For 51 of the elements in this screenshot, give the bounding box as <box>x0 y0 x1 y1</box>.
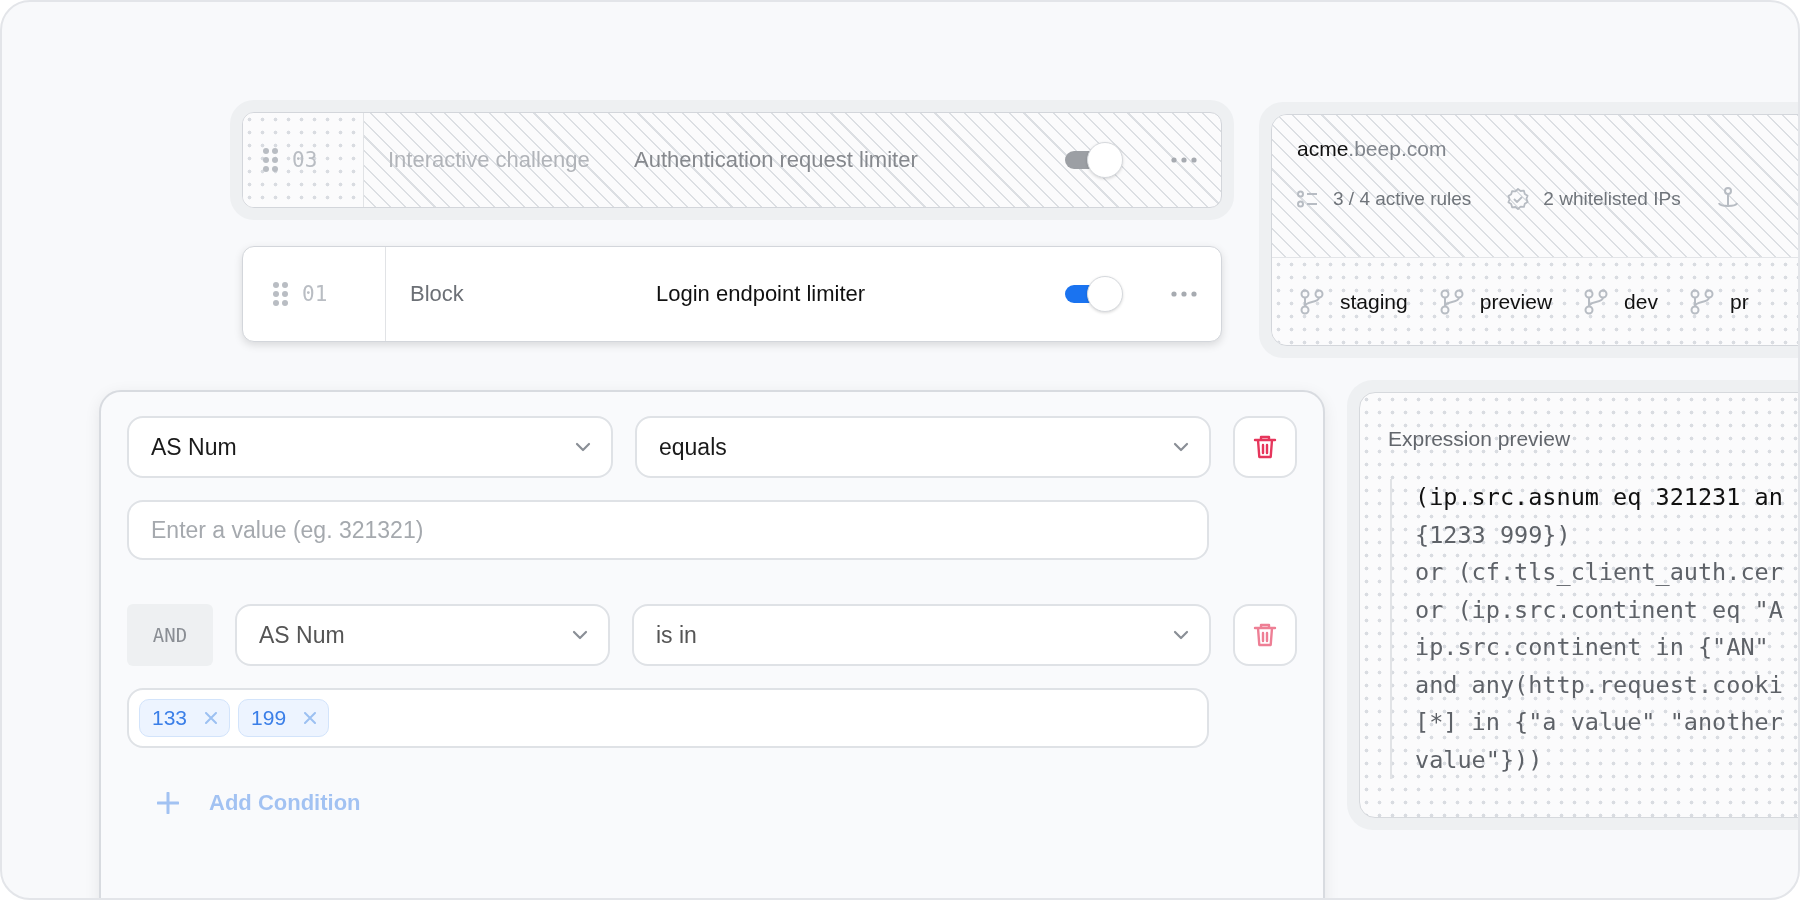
branch-name[interactable]: pr <box>1729 289 1749 314</box>
code-line: value"})) <box>1415 744 1544 776</box>
more-icon[interactable] <box>1171 291 1197 297</box>
delete-button[interactable] <box>1233 604 1297 666</box>
toggle-switch[interactable] <box>1065 276 1123 312</box>
branch-icon <box>1689 288 1714 315</box>
rule-name: Login endpoint limiter <box>656 281 867 307</box>
chevron-down-icon <box>1173 630 1189 640</box>
connector-label: AND <box>127 604 213 666</box>
rule-name: Authentication request limiter <box>634 147 919 173</box>
tag-label: 199 <box>251 706 287 730</box>
operator-dropdown[interactable]: equals <box>635 416 1211 478</box>
code-line: {1233 999}) <box>1415 519 1572 551</box>
code-line: ip.src.continent in {"AN" <box>1415 632 1770 663</box>
value-field[interactable]: Enter a value (eg. 321321) <box>127 500 1209 560</box>
code-line: [*] in {"a value" "another <box>1415 707 1784 738</box>
plus-icon[interactable] <box>157 792 179 814</box>
code-line: (ip.src.asnum eq 321231 an <box>1415 482 1784 513</box>
drag-handle-icon[interactable] <box>273 282 288 306</box>
branch-icon <box>1584 288 1609 315</box>
branch-icon <box>1439 288 1464 315</box>
delete-button[interactable] <box>1233 416 1297 478</box>
branch-icon <box>1300 288 1324 315</box>
remove-icon[interactable] <box>304 712 317 724</box>
rule-action: Block <box>410 281 465 307</box>
tags-field[interactable]: 133 199 <box>127 688 1209 748</box>
tag-label: 133 <box>152 706 188 730</box>
code-line: and any(http.request.cooki <box>1415 669 1784 701</box>
site-domain: acme.beep.com <box>1297 137 1448 161</box>
stat-label: 2 whitelisted IPs <box>1543 188 1681 210</box>
verified-badge-icon <box>1507 188 1530 210</box>
chevron-down-icon <box>1173 442 1189 452</box>
rule-number: 03 <box>292 148 318 172</box>
field-dropdown[interactable]: AS Num <box>127 416 613 478</box>
rule-number: 01 <box>302 282 328 306</box>
list-icon <box>1297 190 1319 208</box>
trash-icon <box>1253 434 1277 460</box>
field-dropdown[interactable]: AS Num <box>235 604 610 666</box>
chevron-down-icon <box>572 630 588 640</box>
code-line: or (ip.src.continent eq "A <box>1415 594 1784 626</box>
code-line: or (cf.tls_client_auth.cer <box>1415 557 1784 588</box>
chevron-down-icon <box>575 442 591 452</box>
branch-name[interactable]: dev <box>1624 289 1658 314</box>
branch-name[interactable]: preview <box>1479 289 1553 314</box>
branch-name[interactable]: staging <box>1340 289 1408 314</box>
rule-action: Interactive challenge <box>388 147 591 173</box>
stat-label: 3 / 4 active rules <box>1333 188 1472 210</box>
operator-dropdown[interactable]: is in <box>632 604 1211 666</box>
remove-icon[interactable] <box>205 712 218 724</box>
trash-icon <box>1253 622 1277 648</box>
panel-title: Expression preview <box>1388 427 1572 451</box>
